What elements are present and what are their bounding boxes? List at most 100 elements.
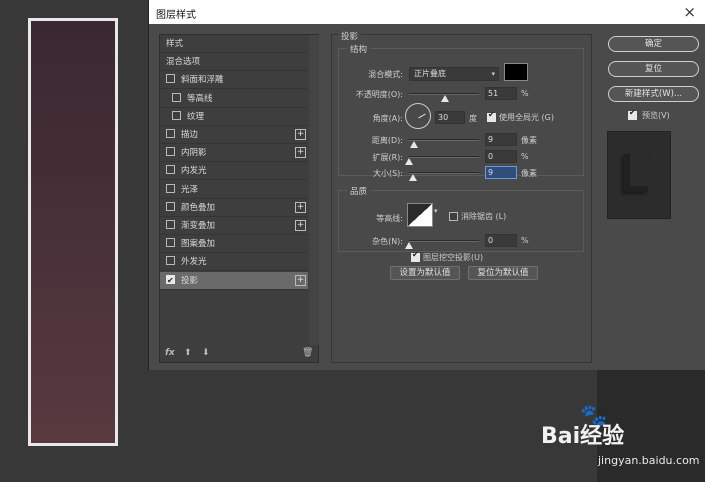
- noise-slider[interactable]: [409, 240, 479, 242]
- style-item[interactable]: 内阴影 +: [160, 144, 308, 163]
- style-item-checkbox[interactable]: [166, 238, 175, 248]
- distance-slider-thumb[interactable]: [410, 141, 418, 148]
- noise-slider-thumb[interactable]: [405, 242, 413, 249]
- set-default-button[interactable]: 设置为默认值: [390, 266, 460, 280]
- style-item-checkbox[interactable]: [166, 272, 175, 290]
- style-item-label: 颜色叠加: [181, 202, 216, 213]
- spread-label: 扩展(R):: [372, 153, 404, 162]
- new-style-button[interactable]: 新建样式(W)...: [608, 86, 699, 102]
- style-item[interactable]: 描边 +: [160, 126, 308, 144]
- style-item[interactable]: 渐变叠加 +: [160, 217, 308, 235]
- style-item-label: 样式: [166, 39, 184, 49]
- style-item-checkbox[interactable]: [166, 256, 175, 266]
- size-slider-thumb[interactable]: [409, 174, 417, 181]
- style-item-label: 等高线: [187, 93, 213, 104]
- style-list: 样式混合选项斜面和浮雕等高线纹理描边 + 内阴影 + 内发光光泽颜色叠加 + 渐变叠加 + 图案…: [159, 34, 319, 363]
- angle-dial[interactable]: [405, 103, 431, 129]
- angle-label: 角度(A):: [372, 114, 403, 123]
- blend-mode-value: 正片叠底: [414, 69, 446, 78]
- quality-title: 品质: [347, 185, 371, 197]
- preview-checkbox[interactable]: [628, 108, 637, 120]
- style-item-label: 外发光: [181, 257, 207, 268]
- style-item[interactable]: 纹理: [160, 108, 308, 126]
- style-item-checkbox[interactable]: [166, 220, 175, 229]
- spread-slider-thumb[interactable]: [405, 158, 413, 165]
- spread-input[interactable]: 0: [485, 150, 517, 163]
- style-item-checkbox[interactable]: [166, 201, 175, 211]
- style-item[interactable]: 光泽: [160, 181, 308, 199]
- move-up-icon[interactable]: ⬆: [184, 348, 192, 358]
- style-item-checkbox[interactable]: [166, 147, 175, 157]
- add-effect-icon[interactable]: +: [295, 274, 306, 286]
- blend-mode-select[interactable]: 正片叠底 ▾: [409, 67, 499, 81]
- size-slider[interactable]: [409, 172, 479, 174]
- style-item-label: 内发光: [181, 166, 207, 177]
- add-effect-icon[interactable]: +: [295, 147, 306, 159]
- noise-label: 杂色(N):: [372, 237, 403, 246]
- contour-label: 等高线:: [376, 214, 403, 223]
- reset-button[interactable]: 复位: [608, 61, 699, 77]
- style-item[interactable]: 斜面和浮雕: [160, 71, 308, 90]
- style-item[interactable]: 内发光: [160, 162, 308, 181]
- style-item-checkbox[interactable]: [166, 74, 175, 84]
- spread-unit: %: [521, 152, 529, 161]
- style-item[interactable]: 样式: [160, 35, 308, 53]
- style-item[interactable]: 等高线: [160, 90, 308, 108]
- global-light-label: 使用全局光 (G): [499, 113, 554, 122]
- knockout-checkbox[interactable]: [411, 250, 420, 262]
- canvas-layer-preview: [28, 18, 118, 446]
- add-effect-icon[interactable]: +: [295, 129, 306, 140]
- opacity-slider-thumb[interactable]: [440, 95, 449, 102]
- style-item-checkbox[interactable]: [166, 183, 175, 193]
- add-effect-icon[interactable]: +: [295, 220, 306, 231]
- style-item-label: 渐变叠加: [181, 221, 216, 231]
- style-item-label: 光泽: [181, 184, 199, 195]
- fx-icon[interactable]: fx: [165, 348, 175, 358]
- opacity-label: 不透明度(O):: [355, 90, 403, 99]
- style-item-checkbox[interactable]: [166, 165, 175, 175]
- style-item-label: 内阴影: [181, 148, 207, 159]
- style-item-checkbox[interactable]: [172, 92, 181, 102]
- antialias-checkbox[interactable]: [449, 212, 458, 221]
- style-item-label: 斜面和浮雕: [181, 75, 224, 86]
- size-input[interactable]: 9: [485, 166, 517, 179]
- style-item-checkbox[interactable]: [166, 129, 175, 138]
- ok-button[interactable]: 确定: [608, 36, 699, 52]
- move-down-icon[interactable]: ⬇: [202, 348, 210, 358]
- style-item-checkbox[interactable]: [172, 110, 181, 120]
- opacity-input[interactable]: 51: [485, 87, 517, 100]
- style-item[interactable]: 混合选项: [160, 53, 308, 72]
- knockout-label: 图层挖空投影(U): [423, 253, 484, 262]
- style-item[interactable]: 图案叠加: [160, 235, 308, 254]
- style-item[interactable]: 颜色叠加 +: [160, 199, 308, 217]
- noise-input[interactable]: 0: [485, 234, 517, 247]
- distance-slider[interactable]: [409, 139, 479, 141]
- distance-label: 距离(D):: [371, 136, 403, 145]
- style-item-label: 图案叠加: [181, 239, 216, 250]
- style-item[interactable]: 投影 +: [160, 271, 308, 290]
- style-item-label: 描边: [181, 130, 199, 140]
- angle-input[interactable]: 30: [435, 111, 465, 124]
- list-scrollbar[interactable]: [309, 35, 319, 345]
- chevron-down-icon[interactable]: ▾: [434, 207, 438, 215]
- distance-input[interactable]: 9: [485, 133, 517, 146]
- add-effect-icon[interactable]: +: [295, 201, 306, 213]
- trash-icon[interactable]: 🗑: [302, 348, 313, 358]
- chevron-down-icon: ▾: [491, 70, 495, 78]
- contour-preview[interactable]: [407, 203, 433, 227]
- preview-label: 预览(V): [642, 111, 670, 120]
- style-item[interactable]: 外发光: [160, 253, 308, 272]
- structure-title: 结构: [347, 43, 371, 55]
- reset-default-button[interactable]: 复位为默认值: [468, 266, 538, 280]
- shadow-color-swatch[interactable]: [504, 63, 528, 81]
- spread-slider[interactable]: [409, 156, 479, 158]
- style-item-label: 投影: [181, 275, 199, 286]
- watermark-url: jingyan.baidu.com: [598, 454, 700, 467]
- style-item-label: 混合选项: [166, 57, 201, 68]
- preview-shape: [624, 154, 648, 192]
- dialog-title: 图层样式: [156, 10, 196, 21]
- watermark-brand: Bai经验: [541, 424, 625, 449]
- layer-style-dialog: 图层样式 × 样式混合选项斜面和浮雕等高线纹理描边 + 内阴影 + 内发光光泽颜色叠加 +…: [148, 0, 705, 370]
- close-icon[interactable]: ×: [683, 3, 696, 21]
- global-light-checkbox[interactable]: [487, 110, 496, 122]
